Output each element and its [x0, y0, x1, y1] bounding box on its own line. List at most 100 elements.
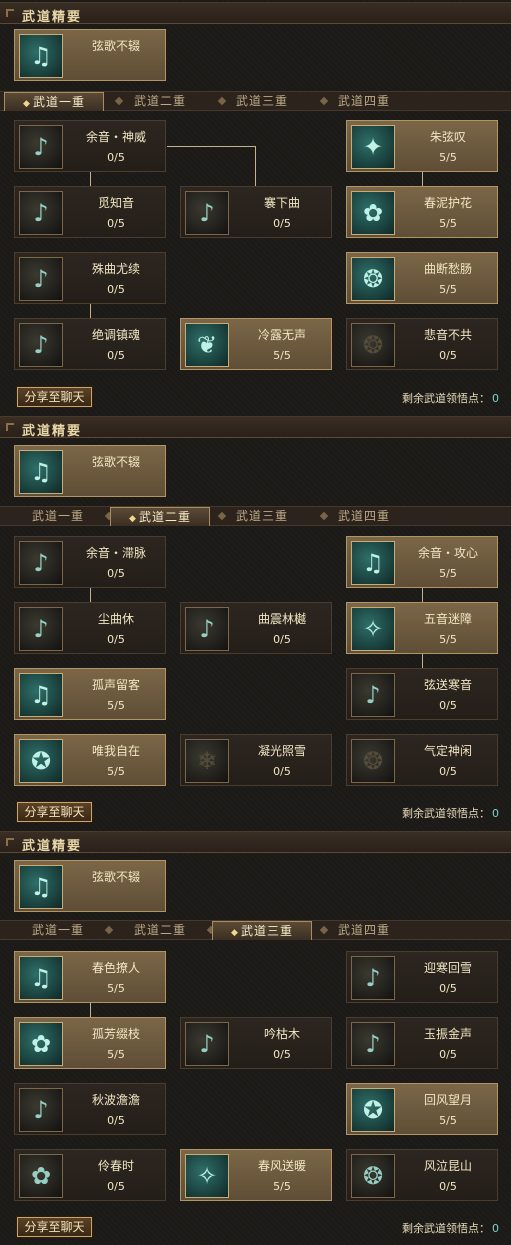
skill-card[interactable]: ✧ 春风送暖 5/5: [180, 1149, 332, 1201]
lute-icon: ♪: [19, 125, 63, 169]
skill-name: 弦歌不辍: [91, 455, 140, 469]
featured-skill-card[interactable]: ♫ 弦歌不辍: [14, 445, 166, 497]
skill-card[interactable]: ♪ 玉振金声 0/5: [346, 1017, 498, 1069]
lute-icon: ♫: [19, 865, 63, 909]
figure-icon: ✪: [351, 1088, 395, 1132]
skill-card[interactable]: ✿ 春泥护花 5/5: [346, 186, 498, 238]
tab-tier-4[interactable]: 武道四重: [314, 92, 414, 111]
skill-card[interactable]: ♪ 尘曲休 0/5: [14, 602, 166, 654]
skill-card[interactable]: ❂ 气定神闲 0/5: [346, 734, 498, 786]
skill-count: 0/5: [107, 633, 125, 646]
skill-name: 孤声留客: [91, 678, 140, 692]
skill-card[interactable]: ❦ 冷露无声 5/5: [180, 318, 332, 370]
remaining-points: 剩余武道领悟点： 0: [402, 390, 499, 406]
section-header: 武道精要: [0, 2, 511, 25]
tab-tier-1[interactable]: 武道一重: [8, 507, 108, 526]
skill-name: 冷露无声: [257, 328, 306, 342]
tab-tier-4[interactable]: 武道四重: [314, 507, 414, 526]
tier-tabs: 武道一重 ◆ 武道二重 武道三重 武道四重: [0, 506, 511, 526]
share-to-chat-button[interactable]: 分享至聊天: [17, 1217, 92, 1237]
skill-card[interactable]: ♫ 余音・攻心 5/5: [346, 536, 498, 588]
skill-card[interactable]: ✦ 朱弦叹 5/5: [346, 120, 498, 172]
header-corner-ornament: [6, 423, 14, 431]
skill-count: 5/5: [439, 283, 457, 296]
flower-icon: ✿: [351, 191, 395, 235]
tab-tier-1[interactable]: 武道一重: [8, 921, 108, 940]
lute-icon: ♫: [351, 541, 395, 585]
skill-card[interactable]: ❂ 悲音不共 0/5: [346, 318, 498, 370]
remaining-label: 剩余武道领悟点：: [402, 392, 490, 405]
tab-tier-3[interactable]: ◆ 武道三重: [212, 921, 312, 940]
tab-tier-3[interactable]: 武道三重: [212, 92, 312, 111]
skill-name: 尘曲休: [97, 612, 134, 626]
skill-name: 风泣昆山: [423, 1159, 472, 1173]
remaining-value: 0: [492, 392, 499, 405]
skill-card[interactable]: ♪ 弦送寒音 0/5: [346, 668, 498, 720]
tab-tier-2[interactable]: 武道二重: [110, 921, 210, 940]
skill-card[interactable]: ❂ 曲断愁肠 5/5: [346, 252, 498, 304]
skill-card[interactable]: ❄ 凝光照雪 0/5: [180, 734, 332, 786]
share-to-chat-button[interactable]: 分享至聊天: [17, 802, 92, 822]
skill-card[interactable]: ♫ 孤声留客 5/5: [14, 668, 166, 720]
scroll-icon: ♪: [351, 673, 395, 717]
skill-count: 0/5: [107, 283, 125, 296]
remaining-label: 剩余武道领悟点：: [402, 1222, 490, 1235]
skill-card[interactable]: ♪ 余音・滞脉 0/5: [14, 536, 166, 588]
skill-count: 0/5: [273, 765, 291, 778]
section-title: 武道精要: [22, 839, 83, 854]
skill-count: 5/5: [439, 633, 457, 646]
skill-card[interactable]: ♪ 褰下曲 0/5: [180, 186, 332, 238]
skill-card[interactable]: ✪ 回风望月 5/5: [346, 1083, 498, 1135]
skill-name: 唯我自在: [91, 744, 140, 758]
skill-name: 伶春时: [97, 1159, 134, 1173]
section-title: 武道精要: [22, 10, 83, 25]
tab-tier-2[interactable]: ◆ 武道二重: [110, 507, 210, 526]
skill-card[interactable]: ✪ 唯我自在 5/5: [14, 734, 166, 786]
swirl-icon: ❂: [351, 1154, 395, 1198]
skill-card[interactable]: ♪ 绝调镇魂 0/5: [14, 318, 166, 370]
figure-icon: ✪: [19, 739, 63, 783]
featured-skill-card[interactable]: ♫ 弦歌不辍: [14, 29, 166, 81]
skill-card[interactable]: ❂ 风泣昆山 0/5: [346, 1149, 498, 1201]
skill-card[interactable]: ♪ 迎寒回雪 0/5: [346, 951, 498, 1003]
share-to-chat-button[interactable]: 分享至聊天: [17, 387, 92, 407]
flower-icon: ✿: [19, 1022, 63, 1066]
skill-name: 迎寒回雪: [423, 961, 472, 975]
skill-card[interactable]: ♪ 曲震林樾 0/5: [180, 602, 332, 654]
skill-card[interactable]: ♪ 吟枯木 0/5: [180, 1017, 332, 1069]
skill-card[interactable]: ♪ 觅知音 0/5: [14, 186, 166, 238]
swirl-icon: ❂: [351, 739, 395, 783]
skill-name: 春风送暖: [257, 1159, 306, 1173]
skill-card[interactable]: ♫ 春色撩人 5/5: [14, 951, 166, 1003]
skill-count: 0/5: [439, 1048, 457, 1061]
skill-card[interactable]: ♪ 余音・神威 0/5: [14, 120, 166, 172]
skill-count: 0/5: [273, 217, 291, 230]
wave-icon: ♪: [351, 956, 395, 1000]
skill-count: 0/5: [273, 633, 291, 646]
tab-tier-2[interactable]: 武道二重: [110, 92, 210, 111]
skill-card[interactable]: ♪ 秋波澹澹 0/5: [14, 1083, 166, 1135]
skill-card[interactable]: ✿ 伶春时 0/5: [14, 1149, 166, 1201]
skill-name: 五音迷障: [423, 612, 472, 626]
tab-tier-3[interactable]: 武道三重: [212, 507, 312, 526]
skill-name: 气定神闲: [423, 744, 472, 758]
skill-name: 余音・攻心: [417, 546, 478, 560]
skill-name: 弦送寒音: [423, 678, 472, 692]
skill-name: 悲音不共: [423, 328, 472, 342]
tab-tier-1[interactable]: ◆ 武道一重: [4, 92, 104, 111]
skill-card[interactable]: ♪ 殊曲尤续 0/5: [14, 252, 166, 304]
skill-name: 秋波澹澹: [91, 1093, 140, 1107]
spirit-icon: ♪: [19, 323, 63, 367]
skill-card[interactable]: ✿ 孤芳缀枝 5/5: [14, 1017, 166, 1069]
skill-card[interactable]: ✧ 五音迷障 5/5: [346, 602, 498, 654]
featured-skill-card[interactable]: ♫ 弦歌不辍: [14, 860, 166, 912]
remaining-points: 剩余武道领悟点： 0: [402, 805, 499, 821]
tab-tier-4[interactable]: 武道四重: [314, 921, 414, 940]
remaining-points: 剩余武道领悟点： 0: [402, 1220, 499, 1236]
lute-icon: ♫: [19, 956, 63, 1000]
flower-icon: ✿: [19, 1154, 63, 1198]
header-corner-ornament: [6, 9, 14, 17]
tier-tabs: 武道一重 武道二重 ◆ 武道三重 武道四重: [0, 920, 511, 940]
lute-icon: ♫: [19, 673, 63, 717]
skill-name: 曲断愁肠: [423, 262, 472, 276]
